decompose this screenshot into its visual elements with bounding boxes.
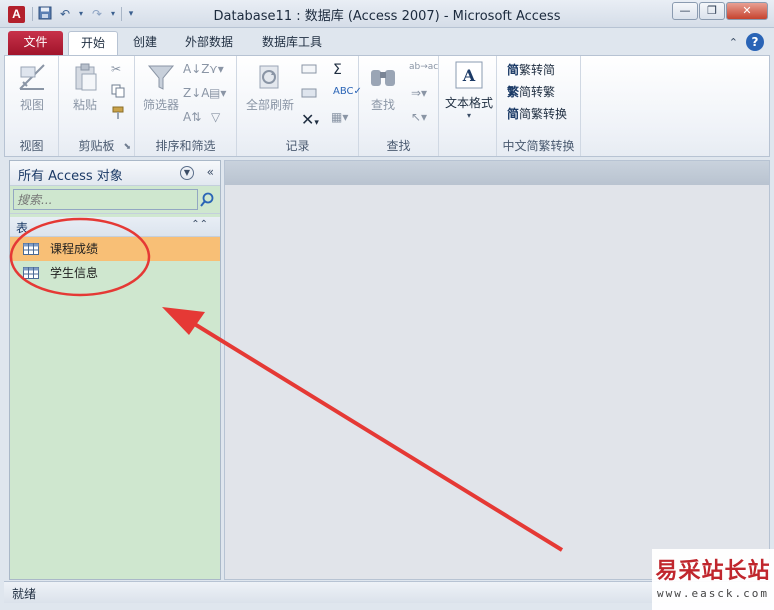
- title-bar: A ↶ ▾ ↷ ▾ ▾ Database11 : 数据库 (Access 200…: [0, 0, 774, 28]
- tab-file[interactable]: 文件: [8, 31, 63, 55]
- watermark-url: www.easck.com: [656, 587, 770, 600]
- window-controls: — ❐ ✕: [672, 2, 768, 20]
- group-label-sort-filter: 排序和筛选: [155, 139, 216, 153]
- totals-icon[interactable]: Σ: [333, 62, 342, 78]
- chinese-conversion-button[interactable]: 简简繁转换: [507, 105, 567, 122]
- advanced-filter-icon[interactable]: ▤▾: [209, 86, 226, 100]
- font-icon: A: [455, 61, 483, 89]
- refresh-icon: [259, 65, 279, 89]
- cut-icon[interactable]: ✂: [111, 62, 121, 76]
- chinese-conversion-icon: 简: [507, 107, 520, 121]
- nav-menu-dropdown-icon[interactable]: ▼: [180, 166, 194, 180]
- selection-filter-icon[interactable]: ⋎▾: [209, 62, 224, 76]
- copy-icon[interactable]: [111, 84, 125, 101]
- traditional-to-simplified-icon: 简: [507, 63, 520, 77]
- minimize-button[interactable]: —: [672, 2, 698, 20]
- paste-button[interactable]: 粘贴: [65, 62, 105, 113]
- simplified-to-traditional-icon: 繁: [507, 85, 520, 99]
- help-icon[interactable]: ?: [746, 33, 764, 51]
- group-label-find: 查找: [386, 139, 411, 153]
- ribbon-group-sort-filter: 筛选器 A↓Z Z↓A A⇅ ⋎▾ ▤▾ ▽ 排序和筛选: [135, 56, 237, 156]
- search-input[interactable]: [13, 189, 198, 210]
- nav-item-label: 学生信息: [50, 266, 99, 280]
- nav-item-table[interactable]: 学生信息: [10, 261, 220, 285]
- ribbon-group-chinese-conversion: 简繁转简 繁简转繁 简简繁转换 中文简繁转换: [497, 56, 581, 156]
- save-record-icon[interactable]: [301, 86, 317, 103]
- ribbon-group-clipboard: 粘贴 ✂ 剪贴板 ⬊: [59, 56, 135, 156]
- more-records-icon[interactable]: ▦▾: [331, 110, 348, 124]
- paste-icon: [75, 63, 97, 91]
- navigation-pane: 所有 Access 对象 ▼ « 表 ⌃⌃ 课程成绩 学生信息: [9, 160, 221, 580]
- clear-sort-icon[interactable]: A⇅: [183, 110, 201, 124]
- filter-button[interactable]: 筛选器: [139, 62, 183, 113]
- refresh-all-button[interactable]: 全部刷新: [241, 62, 299, 113]
- category-label: 表: [16, 221, 29, 235]
- filter-icon: [147, 65, 175, 90]
- traditional-to-simplified-button[interactable]: 简繁转简: [507, 61, 555, 78]
- find-button[interactable]: 查找: [363, 62, 403, 113]
- window-title: Database11 : 数据库 (Access 2007) - Microso…: [213, 9, 561, 24]
- tab-external-data[interactable]: 外部数据: [173, 31, 245, 55]
- watermark: 易采站长站 www.easck.com: [652, 549, 774, 610]
- tab-home[interactable]: 开始: [68, 31, 119, 55]
- new-record-icon[interactable]: [301, 62, 317, 79]
- toggle-filter-icon[interactable]: ▽: [211, 110, 220, 124]
- nav-search: [10, 186, 220, 214]
- simplified-to-traditional-button[interactable]: 繁简转繁: [507, 83, 555, 100]
- ribbon-tabs: 文件 开始 创建 外部数据 数据库工具 ⌃ ?: [0, 28, 774, 55]
- nav-header[interactable]: 所有 Access 对象 ▼ «: [10, 161, 220, 186]
- replace-icon[interactable]: ab→ac: [409, 62, 438, 72]
- category-header-tables[interactable]: 表 ⌃⌃: [10, 217, 220, 237]
- view-icon: [19, 64, 45, 90]
- group-label-chinese-conversion: 中文简繁转换: [502, 139, 575, 153]
- collapse-category-icon[interactable]: ⌃⌃: [191, 219, 208, 230]
- document-area: [224, 160, 770, 580]
- nav-item-table[interactable]: 课程成绩: [10, 237, 220, 261]
- delete-icon[interactable]: ✕▾: [301, 110, 319, 129]
- sort-ascending-icon[interactable]: A↓Z: [183, 62, 209, 76]
- table-icon: [23, 243, 39, 255]
- help-area: ⌃ ?: [729, 33, 764, 51]
- view-button[interactable]: 视图: [13, 62, 51, 113]
- nav-item-label: 课程成绩: [50, 242, 99, 256]
- search-icon[interactable]: [199, 192, 215, 208]
- select-icon[interactable]: ↖▾: [411, 110, 427, 124]
- format-painter-icon[interactable]: [111, 106, 125, 123]
- ribbon-group-find: 查找 ab→ac ⇒▾ ↖▾ 查找: [359, 56, 439, 156]
- ribbon-group-text-format: A 文本格式 ▾: [439, 56, 497, 156]
- group-label-records: 记录: [285, 139, 310, 153]
- go-to-icon[interactable]: ⇒▾: [411, 86, 427, 100]
- tab-create[interactable]: 创建: [121, 31, 169, 55]
- ribbon-group-view: 视图 视图: [5, 56, 59, 156]
- close-button[interactable]: ✕: [726, 2, 768, 20]
- binoculars-icon: [371, 70, 395, 86]
- ribbon-group-records: 全部刷新 ✕▾ Σ ABC✓ ▦▾ 记录: [237, 56, 362, 156]
- status-text: 就绪: [12, 587, 37, 601]
- shutter-bar-collapse-icon[interactable]: «: [207, 165, 214, 179]
- text-format-button[interactable]: A 文本格式 ▾: [443, 60, 495, 120]
- table-icon: [23, 267, 39, 279]
- nav-title: 所有 Access 对象: [18, 169, 123, 184]
- ribbon: 视图 视图 粘贴 ✂ 剪贴板 ⬊ 筛选器 A↓Z Z↓A A⇅ ⋎▾ ▤▾ ▽ …: [4, 55, 770, 157]
- minimize-ribbon-icon[interactable]: ⌃: [729, 36, 738, 49]
- document-tab-strip: [225, 161, 769, 185]
- clipboard-launcher-icon[interactable]: ⬊: [123, 142, 131, 152]
- spelling-icon[interactable]: ABC✓: [333, 86, 362, 97]
- svg-text:A: A: [462, 66, 476, 85]
- maximize-button[interactable]: ❐: [699, 2, 725, 20]
- sort-descending-icon[interactable]: Z↓A: [183, 86, 209, 100]
- group-label-view: 视图: [19, 139, 44, 153]
- tab-database-tools[interactable]: 数据库工具: [250, 31, 334, 55]
- watermark-logo-text: 易采站长站: [655, 558, 771, 584]
